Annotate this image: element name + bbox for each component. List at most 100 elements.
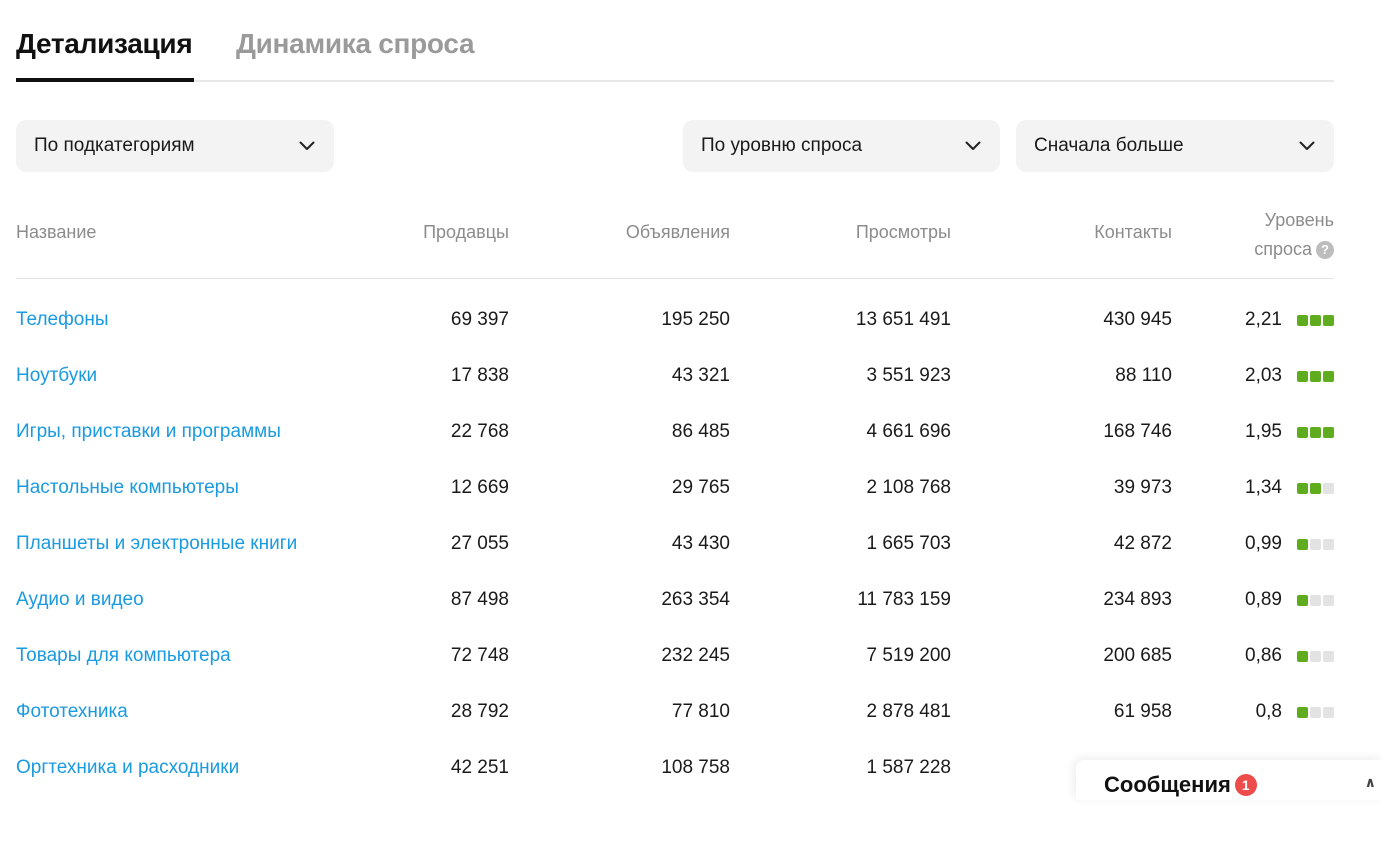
demand-bar <box>1310 595 1321 606</box>
demand-bar <box>1323 595 1334 606</box>
sort-by-select[interactable]: По уровню спроса <box>683 120 1000 172</box>
demand-bar <box>1297 707 1308 718</box>
demand-bar <box>1297 483 1308 494</box>
views-count: 7 519 200 <box>866 645 951 666</box>
table-row: Настольные компьютеры 12 669 29 765 2 108 7… <box>16 461 1334 517</box>
table-row: Телефоны 69 397 195 250 13 651 491 430 945 2,… <box>16 293 1334 349</box>
demand-bar <box>1297 595 1308 606</box>
help-icon[interactable]: ? <box>1316 241 1334 259</box>
chevron-up-icon[interactable]: ∧ <box>1365 774 1376 791</box>
table-row: Товары для компьютера 72 748 232 245 7 519 … <box>16 629 1334 685</box>
ads-count: 43 321 <box>671 365 730 386</box>
sellers-count: 22 768 <box>450 421 509 442</box>
views-count: 1 587 228 <box>866 757 951 778</box>
contacts-count: 42 872 <box>1113 533 1172 554</box>
demand-bar <box>1323 427 1334 438</box>
grouping-select-value: По подкатегориям <box>34 135 195 156</box>
demand-bar <box>1297 539 1308 550</box>
demand-bar <box>1297 651 1308 662</box>
header-demand-line1: Уровень <box>1264 210 1334 230</box>
sellers-count: 69 397 <box>450 309 509 330</box>
header-ads: Объявления <box>625 222 730 242</box>
demand-level-indicator <box>1297 427 1334 438</box>
demand-bar <box>1310 707 1321 718</box>
messages-widget[interactable]: Сообщения 1 ∧ <box>1076 760 1382 800</box>
header-demand-line2: спроса <box>1254 239 1312 259</box>
demand-bar <box>1323 539 1334 550</box>
bottom-cutoff <box>0 800 1382 852</box>
tab-demand-dynamics[interactable]: Динамика спроса <box>236 28 475 60</box>
views-count: 1 665 703 <box>866 533 951 554</box>
demand-level-indicator <box>1297 483 1334 494</box>
sort-order-select-value: Сначала больше <box>1034 135 1184 156</box>
demand-bar <box>1323 371 1334 382</box>
contacts-count: 200 685 <box>1103 645 1172 666</box>
views-count: 4 661 696 <box>866 421 951 442</box>
views-count: 3 551 923 <box>866 365 951 386</box>
ads-count: 77 810 <box>671 701 730 722</box>
demand-level-value: 0,99 <box>1245 533 1282 554</box>
ads-count: 29 765 <box>671 477 730 498</box>
category-link[interactable]: Аудио и видео <box>16 589 144 611</box>
category-link[interactable]: Планшеты и электронные книги <box>16 533 297 555</box>
sellers-count: 27 055 <box>450 533 509 554</box>
contacts-count: 61 958 <box>1113 701 1172 722</box>
category-link[interactable]: Оргтехника и расходники <box>16 757 239 779</box>
demand-bar <box>1310 427 1321 438</box>
header-sellers: Продавцы <box>423 222 509 242</box>
demand-level-value: 0,89 <box>1245 589 1282 610</box>
demand-bar <box>1310 483 1321 494</box>
sort-order-select[interactable]: Сначала больше <box>1016 120 1334 172</box>
ads-count: 108 758 <box>661 757 730 778</box>
demand-bar <box>1323 315 1334 326</box>
views-count: 2 108 768 <box>866 477 951 498</box>
demand-bar <box>1310 539 1321 550</box>
tab-bar: Детализация Динамика спроса <box>16 22 1334 82</box>
table-row: Игры, приставки и программы 22 768 86 485 4… <box>16 405 1334 461</box>
category-link[interactable]: Телефоны <box>16 309 108 331</box>
contacts-count: 234 893 <box>1103 589 1172 610</box>
demand-level-indicator <box>1297 371 1334 382</box>
chevron-down-icon <box>1298 137 1316 155</box>
views-count: 2 878 481 <box>866 701 951 722</box>
contacts-count: 430 945 <box>1103 309 1172 330</box>
views-count: 11 783 159 <box>857 589 951 610</box>
category-link[interactable]: Игры, приставки и программы <box>16 421 281 443</box>
category-link[interactable]: Настольные компьютеры <box>16 477 239 499</box>
demand-level-indicator <box>1297 315 1334 326</box>
demand-level-value: 0,86 <box>1245 645 1282 666</box>
sellers-count: 72 748 <box>450 645 509 666</box>
chevron-down-icon <box>298 137 316 155</box>
demand-bar <box>1297 427 1308 438</box>
table-row: Ноутбуки 17 838 43 321 3 551 923 88 110 2,03 <box>16 349 1334 405</box>
category-link[interactable]: Фототехника <box>16 701 128 723</box>
sellers-count: 87 498 <box>450 589 509 610</box>
grouping-select[interactable]: По подкатегориям <box>16 120 334 172</box>
category-link[interactable]: Ноутбуки <box>16 365 97 387</box>
demand-bar <box>1323 651 1334 662</box>
demand-bar <box>1297 315 1308 326</box>
contacts-count: 88 110 <box>1115 365 1172 386</box>
tab-details[interactable]: Детализация <box>16 28 195 82</box>
demand-level-indicator <box>1297 651 1334 662</box>
messages-label: Сообщения <box>1104 772 1231 797</box>
demand-level-indicator <box>1297 707 1334 718</box>
demand-level-value: 2,21 <box>1245 309 1282 330</box>
ads-count: 43 430 <box>671 533 730 554</box>
header-contacts: Контакты <box>1094 222 1172 242</box>
category-link[interactable]: Товары для компьютера <box>16 645 231 667</box>
header-views: Просмотры <box>855 222 951 242</box>
table-row: Планшеты и электронные книги 27 055 43 430… <box>16 517 1334 573</box>
ads-count: 263 354 <box>661 589 730 610</box>
sellers-count: 12 669 <box>450 477 509 498</box>
sellers-count: 28 792 <box>450 701 509 722</box>
ads-count: 232 245 <box>661 645 730 666</box>
table-row: Фототехника 28 792 77 810 2 878 481 61 958 0,… <box>16 685 1334 741</box>
table-header: Название Продавцы Объявления Просмотры К… <box>16 202 1334 279</box>
sellers-count: 42 251 <box>450 757 509 778</box>
demand-bar <box>1297 371 1308 382</box>
contacts-count: 168 746 <box>1103 421 1172 442</box>
header-name: Название <box>16 222 97 242</box>
sellers-count: 17 838 <box>450 365 509 386</box>
header-demand-level: Уровень спроса? <box>1254 206 1334 264</box>
